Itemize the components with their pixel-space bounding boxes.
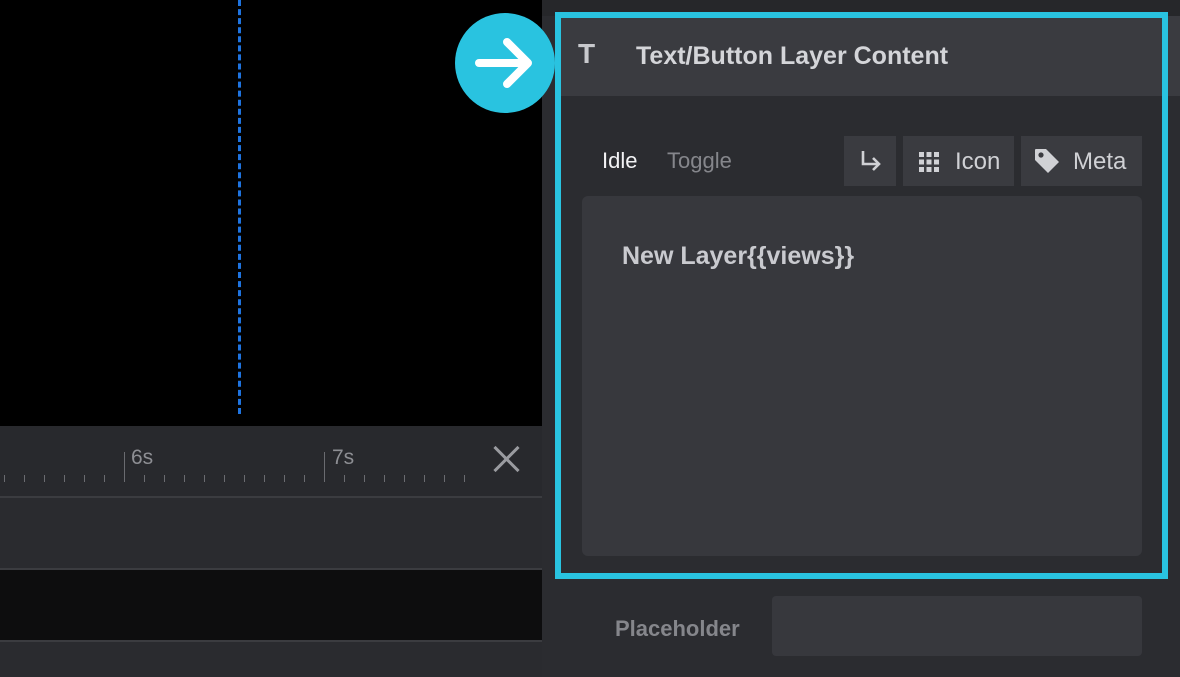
ruler-tick-label: 6s	[131, 446, 154, 469]
line-break-button[interactable]	[844, 136, 896, 186]
arrow-right-icon	[475, 38, 532, 88]
close-timeline-icon[interactable]	[488, 440, 526, 478]
tab-idle[interactable]: Idle	[602, 148, 637, 174]
text-content-section-header[interactable]: T Text/Button Layer Content	[556, 16, 1180, 96]
return-arrow-icon	[861, 151, 881, 171]
timeline-track[interactable]	[0, 498, 542, 568]
timeline-playhead-line[interactable]	[238, 0, 241, 414]
placeholder-label: Placeholder	[615, 616, 740, 641]
ruler-major-tick	[124, 452, 125, 482]
tab-toggle[interactable]: Toggle	[667, 148, 732, 174]
insert-meta-button[interactable]: Meta	[1021, 136, 1142, 186]
text-type-icon: T	[578, 38, 596, 69]
section-title: Text/Button Layer Content	[636, 42, 949, 70]
layer-content-editor[interactable]: New Layer{{views}}	[582, 196, 1142, 556]
meta-button-label: Meta	[1073, 148, 1127, 175]
tag-icon	[1035, 149, 1059, 173]
placeholder-input[interactable]	[772, 596, 1142, 656]
timeline-track[interactable]	[0, 570, 542, 640]
insert-icon-button[interactable]: Icon	[903, 136, 1014, 186]
timeline-ruler[interactable]: 6s 7s	[0, 426, 542, 496]
grid-icon	[919, 152, 939, 172]
panel-top-strip	[542, 0, 1180, 16]
ruler-tick-label: 7s	[332, 446, 355, 469]
layer-settings-panel: T Text/Button Layer Content Idle Toggle …	[542, 0, 1180, 677]
icon-button-label: Icon	[955, 148, 1001, 175]
layer-content-text: New Layer{{views}}	[622, 242, 855, 270]
callout-badge	[455, 13, 555, 113]
timeline-track[interactable]	[0, 642, 542, 677]
ruler-major-tick	[324, 452, 325, 482]
